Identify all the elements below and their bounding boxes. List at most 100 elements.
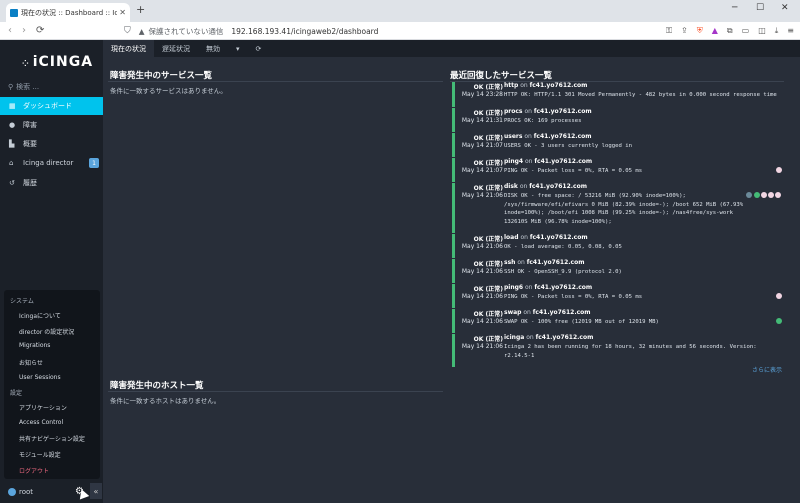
host-name[interactable]: fc41.yo7612.com [529,183,587,190]
back-icon[interactable]: ‹ [8,25,12,36]
service-body: load on fc41.yo7612.com OK - load average… [504,234,784,252]
browser-tab[interactable]: 現在の状況 :: Dashboard :: Icin ✕ [6,3,130,22]
tab-current-status[interactable]: 現在の状況 [103,40,154,57]
sidebar-item-history[interactable]: ↺ 履歴 [0,174,103,192]
service-name[interactable]: swap [504,309,521,316]
state-cell: OK (正常) May 14 21:06 [455,334,503,350]
list-item[interactable]: OK (正常) May 14 23:28 http on fc41.yo7612.… [452,82,782,107]
menu-item-modules[interactable]: モジュール設定 [19,450,61,459]
host-name[interactable]: fc41.yo7612.com [534,284,592,291]
search-input[interactable]: ⚲ 検索 ... [8,82,39,92]
host-name[interactable]: fc41.yo7612.com [527,259,585,266]
service-name[interactable]: load [504,234,519,241]
sidebar-icon[interactable]: ▭ [742,26,750,36]
state-label: OK (正常) [473,185,503,192]
state-cell: OK (正常) May 14 21:07 [455,133,503,149]
list-item[interactable]: OK (正常) May 14 21:06 ssh on fc41.yo7612.c… [452,259,782,283]
sidebar-item-dashboard[interactable]: ▦ ダッシュボード [0,97,103,115]
reload-icon[interactable]: ⟳ [36,25,44,36]
list-item[interactable]: OK (正常) May 14 21:31 procs on fc41.yo7612… [452,108,782,132]
user-name[interactable]: root [19,488,33,496]
list-item[interactable]: OK (正常) May 14 21:07 ping4 on fc41.yo7612… [452,158,782,182]
dashboard-tabs: 現在の状況 遅延状況 無効 ▾ ⟳ [103,40,800,57]
download-icon[interactable]: ⤓ [775,26,779,36]
forward-icon[interactable]: › [22,25,26,36]
service-name[interactable]: ssh [504,259,515,266]
host-name[interactable]: fc41.yo7612.com [530,234,588,241]
logo-text: iCINGA [32,54,94,70]
maximize-icon[interactable]: ☐ [756,3,764,13]
host-name[interactable]: fc41.yo7612.com [533,309,591,316]
menu-item-migrations[interactable]: Migrations [19,342,50,349]
warning-icon: ▲ [138,26,145,36]
menu-icon[interactable]: ≡ [787,26,794,36]
menu-item-director-status[interactable]: director の設定状況 [19,327,74,336]
rewards-icon[interactable]: ▲ [712,26,718,36]
service-name[interactable]: http [504,82,518,89]
wallet-icon[interactable]: ◫ [758,26,766,36]
menu-item-access-control[interactable]: Access Control [19,419,63,426]
service-output: Icinga 2 has been running for 18 hours, … [504,344,757,359]
list-item[interactable]: OK (正常) May 14 21:06 icinga on fc41.yo761… [452,334,782,367]
tab-dropdown-icon[interactable]: ▾ [228,40,248,57]
close-window-icon[interactable]: ✕ [781,3,789,13]
address-bar[interactable]: ⛉ ▲ 保護されていない通信 192.168.193.41/icingaweb2… [124,24,654,38]
service-name[interactable]: users [504,133,522,140]
service-body: ssh on fc41.yo7612.com SSH OK - OpenSSH_9… [504,259,784,277]
logout-link[interactable]: ログアウト [19,466,49,475]
show-more-link[interactable]: さらに表示 [752,365,782,374]
problem-services-title[interactable]: 障害発生中のサービス一覧 [110,69,212,81]
service-body: ping6 on fc41.yo7612.com PING OK - Packet… [504,284,784,302]
sidebar-item-label: 履歴 [23,179,37,187]
host-name[interactable]: fc41.yo7612.com [530,82,588,89]
search-placeholder: 検索 ... [16,83,40,91]
service-output: PROCS OK: 169 processes [504,118,582,124]
list-item[interactable]: OK (正常) May 14 21:06 ping6 on fc41.yo7612… [452,284,782,308]
state-time: May 14 21:06 [461,243,503,250]
tab-delay-status[interactable]: 遅延状況 [154,40,198,57]
state-time: May 14 21:06 [461,268,503,275]
service-output: PING OK - Packet loss = 0%, RTA = 0.05 m… [504,294,643,300]
share-icon[interactable]: ⇪ [681,26,688,36]
url-text: 192.168.193.41/icingaweb2/dashboard [231,26,379,36]
recovered-services-title[interactable]: 最近回復したサービス一覧 [450,69,552,81]
menu-item-application[interactable]: アプリケーション [19,403,67,412]
host-name[interactable]: fc41.yo7612.com [534,108,592,115]
extensions-icon[interactable]: ⧉ [727,26,733,36]
close-tab-icon[interactable]: ✕ [119,8,126,17]
service-name[interactable]: procs [504,108,523,115]
service-name[interactable]: disk [504,183,518,190]
sidebar: ⁘ iCINGA ⚲ 検索 ... ▦ ダッシュボード ● 障害 ▙ 概要 ⌂ I… [0,40,103,503]
sidebar-item-problems[interactable]: ● 障害 [0,116,103,134]
icinga-logo[interactable]: ⁘ iCINGA [22,54,93,70]
list-item[interactable]: OK (正常) May 14 21:06 disk on fc41.yo7612.… [452,183,782,233]
service-name[interactable]: ping4 [504,158,523,165]
problem-hosts-title[interactable]: 障害発生中のホスト一覧 [110,379,204,391]
sidebar-item-director[interactable]: ⌂ Icinga director 1 [0,154,103,172]
menu-item-about[interactable]: Icingaについて [19,311,61,320]
bookmark-icon[interactable]: ⛉ [124,26,131,36]
host-name[interactable]: fc41.yo7612.com [534,133,592,140]
list-item[interactable]: OK (正常) May 14 21:06 load on fc41.yo7612.… [452,234,782,258]
menu-item-user-sessions[interactable]: User Sessions [19,374,61,381]
state-label: OK (正常) [473,261,503,268]
list-item[interactable]: OK (正常) May 14 21:07 users on fc41.yo7612… [452,133,782,157]
minimize-icon[interactable]: ─ [732,3,737,13]
service-name[interactable]: icinga [504,334,524,341]
tab-disabled[interactable]: 無効 [198,40,228,57]
new-tab-button[interactable]: + [136,3,145,16]
brave-shield-icon[interactable]: ⛨ [697,26,703,36]
key-icon[interactable]: ⚿ [666,26,672,36]
menu-item-shared-navigation[interactable]: 共有ナビゲーション設定 [19,434,85,443]
avatar[interactable] [8,487,16,496]
sidebar-item-overview[interactable]: ▙ 概要 [0,135,103,153]
state-label: OK (正常) [473,84,503,91]
refresh-icon[interactable]: ⟳ [248,40,270,57]
host-name[interactable]: fc41.yo7612.com [536,334,594,341]
menu-item-announcements[interactable]: お知らせ [19,358,43,367]
service-body: icinga on fc41.yo7612.com Icinga 2 has be… [504,334,784,360]
list-item[interactable]: OK (正常) May 14 21:06 swap on fc41.yo7612.… [452,309,782,333]
service-name[interactable]: ping6 [504,284,523,291]
collapse-sidebar-button[interactable]: « [90,483,102,499]
host-name[interactable]: fc41.yo7612.com [534,158,592,165]
